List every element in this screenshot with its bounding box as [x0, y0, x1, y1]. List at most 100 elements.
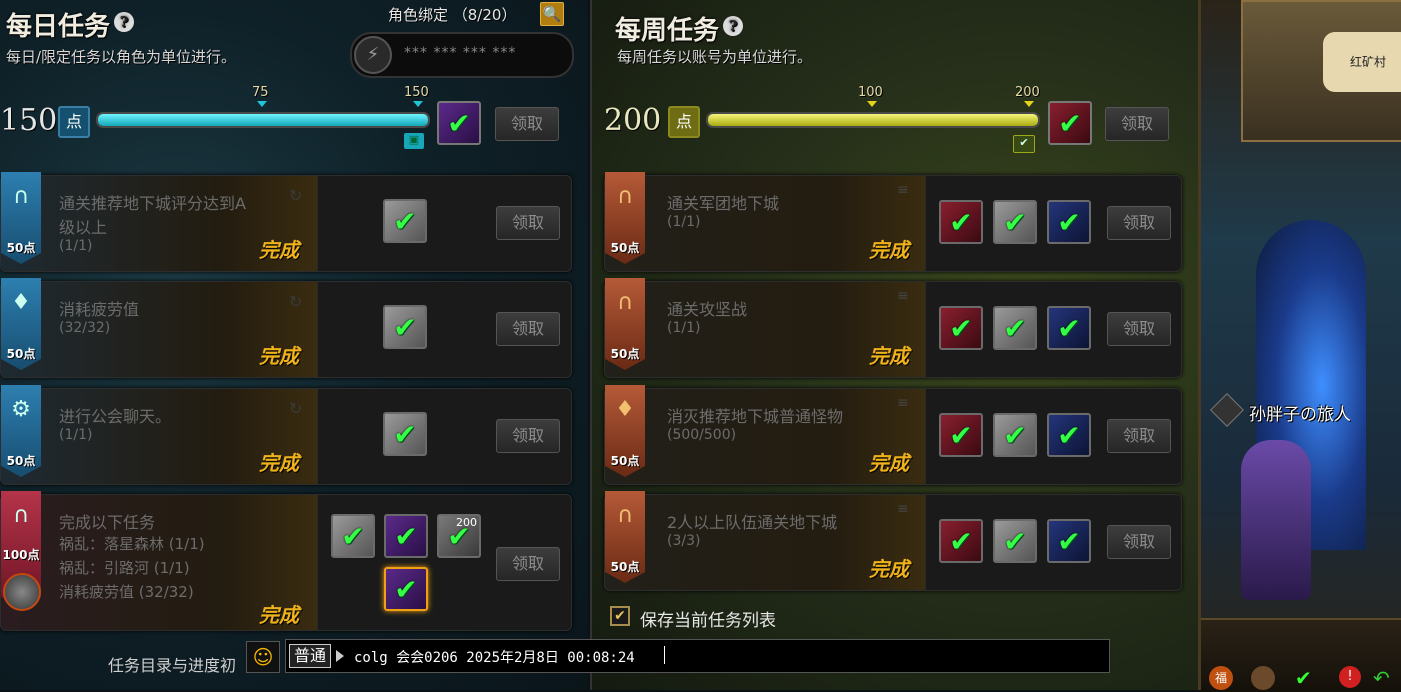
daily-total-reward[interactable]: ✔: [437, 101, 481, 145]
fortune-icon[interactable]: 福: [1209, 666, 1233, 690]
channel-arrow-icon[interactable]: [336, 650, 344, 662]
daily-progress-bar: [96, 112, 430, 128]
weekly-quest-1: ∩ 50点 通关军团地下城 (1/1) ≡ 完成 ✔ ✔ ✔ 领取: [604, 172, 1182, 272]
alert-icon[interactable]: !: [1339, 666, 1361, 688]
reward-slot[interactable]: ✔: [1047, 306, 1091, 350]
daily-subtitle: 每日/限定任务以角色为单位进行。: [6, 48, 237, 66]
quest-points: 50点: [6, 347, 36, 361]
quest-name: 通关军团地下城: [667, 194, 780, 213]
gate-icon: ∩: [616, 290, 634, 315]
chat-channel[interactable]: 普通: [289, 644, 332, 668]
search-icon[interactable]: 🔍: [540, 2, 564, 26]
gate-icon: ∩: [12, 503, 30, 528]
weekly-title: 每周任务?: [615, 10, 744, 47]
reward-slot[interactable]: ✔: [993, 200, 1037, 244]
player-character[interactable]: [1241, 440, 1311, 600]
minimap[interactable]: 红矿村: [1241, 0, 1401, 142]
reward-slot[interactable]: ✔: [993, 306, 1037, 350]
daily-progress-fill: [98, 114, 428, 126]
check-icon: ✔: [1057, 524, 1081, 558]
claim-button[interactable]: 领取: [496, 312, 560, 346]
reward-badge: 200: [456, 516, 477, 529]
quest-banner: ♦ 50点: [1, 278, 41, 370]
reward-slot[interactable]: ✔: [331, 514, 375, 558]
footer-text: 任务目录与进度初: [108, 656, 237, 675]
reward-slot[interactable]: ✔: [384, 514, 428, 558]
claim-button[interactable]: 领取: [496, 206, 560, 240]
help-icon[interactable]: ?: [723, 16, 744, 36]
reward-slot[interactable]: ✔: [383, 199, 427, 243]
quest-name: 进行公会聊天。: [59, 407, 172, 426]
reward-slot[interactable]: ✔: [1047, 413, 1091, 457]
reward-slot[interactable]: ✔: [1047, 519, 1091, 563]
refresh-icon[interactable]: ↻: [289, 186, 302, 205]
gate-icon: ∩: [616, 184, 634, 209]
help-icon[interactable]: ?: [114, 12, 135, 32]
gate-icon: ∩: [12, 184, 30, 209]
quest-name: 2人以上队伍通关地下城: [667, 513, 838, 532]
quest-status: 完成: [259, 603, 299, 627]
menu-icon[interactable]: ≡: [897, 182, 909, 198]
daily-mark-label-2: 150: [404, 85, 429, 100]
daily-total-claim-button[interactable]: 领取: [495, 107, 559, 141]
claim-button[interactable]: 领取: [1107, 206, 1171, 240]
check-icon: ✔: [393, 204, 417, 238]
quest-points: 50点: [6, 454, 36, 468]
check-icon: ✔: [1003, 205, 1027, 239]
check-icon: ✔: [1057, 418, 1081, 452]
reward-slot[interactable]: 200 ✔: [437, 514, 481, 558]
weekly-progress-fill: [708, 114, 1038, 126]
weekly-total-claim-button[interactable]: 领取: [1105, 107, 1169, 141]
weekly-quest-3: ♦ 50点 消灭推荐地下城普通怪物 (500/500) ≡ 完成 ✔ ✔ ✔ 领取: [604, 385, 1182, 485]
return-icon[interactable]: ↶: [1373, 666, 1397, 690]
reward-slot[interactable]: ✔: [939, 519, 983, 563]
menu-icon[interactable]: ≡: [897, 501, 909, 517]
quest-points: 50点: [610, 347, 640, 361]
reward-slot[interactable]: ✔: [383, 305, 427, 349]
weekly-mark-2: [1024, 101, 1034, 107]
quest-banner: ♦ 50点: [605, 385, 645, 477]
quest-points: 50点: [610, 241, 640, 255]
chat-emoji-icon[interactable]: ☺: [246, 641, 280, 673]
code-input-box[interactable]: ⚡ *** *** *** ***: [350, 32, 574, 78]
reward-slot[interactable]: ✔: [939, 413, 983, 457]
refresh-icon[interactable]: ↻: [289, 292, 302, 311]
reward-slot[interactable]: ✔: [1047, 200, 1091, 244]
chest-small-icon: ▣: [404, 133, 424, 149]
check-icon: ✔: [393, 417, 417, 451]
quest-banner: ∩ 50点: [605, 278, 645, 370]
reward-slot[interactable]: ✔: [993, 519, 1037, 563]
menu-icon[interactable]: ≡: [897, 288, 909, 304]
weekly-quest-4: ∩ 50点 2人以上队伍通关地下城 (3/3) ≡ 完成 ✔ ✔ ✔ 领取: [604, 491, 1182, 591]
claim-button[interactable]: 领取: [1107, 419, 1171, 453]
weekly-quest-2: ∩ 50点 通关攻坚战 (1/1) ≡ 完成 ✔ ✔ ✔ 领取: [604, 278, 1182, 378]
save-list-label: 保存当前任务列表: [640, 611, 776, 631]
claim-button[interactable]: 领取: [496, 419, 560, 453]
reward-slot[interactable]: ✔: [939, 306, 983, 350]
reward-slot[interactable]: ✔: [383, 412, 427, 456]
quest-name: 通关攻坚战: [667, 300, 748, 319]
player-emblem-icon: [1210, 393, 1244, 427]
quest-status: 完成: [869, 451, 909, 475]
quest-progress: (1/1): [667, 320, 701, 336]
weekly-points-unit: 点: [668, 106, 700, 138]
task-check-icon[interactable]: ✔: [1295, 666, 1319, 690]
claim-button[interactable]: 领取: [496, 547, 560, 581]
refresh-icon[interactable]: ↻: [289, 399, 302, 418]
reward-slot[interactable]: ✔: [993, 413, 1037, 457]
claim-button[interactable]: 领取: [1107, 312, 1171, 346]
subquest-2: 祸乱：引路河 (1/1): [59, 559, 190, 577]
weekly-total-reward[interactable]: ✔: [1048, 101, 1092, 145]
quest-banner: ⚙ 50点: [1, 385, 41, 477]
quest-banner: ∩ 50点: [605, 491, 645, 583]
save-list-checkbox[interactable]: ✔: [610, 606, 630, 626]
quest-progress: (1/1): [667, 214, 701, 230]
chat-input[interactable]: 普通 colg 会会0206 2025年2月8日 00:08:24: [285, 639, 1110, 673]
reward-slot-selected[interactable]: ✔: [384, 567, 428, 611]
claim-button[interactable]: 领取: [1107, 525, 1171, 559]
player-name[interactable]: 孙胖子の旅人: [1249, 400, 1351, 425]
quest-status: 完成: [259, 344, 299, 368]
pet-icon[interactable]: [1251, 666, 1275, 690]
menu-icon[interactable]: ≡: [897, 395, 909, 411]
reward-slot[interactable]: ✔: [939, 200, 983, 244]
